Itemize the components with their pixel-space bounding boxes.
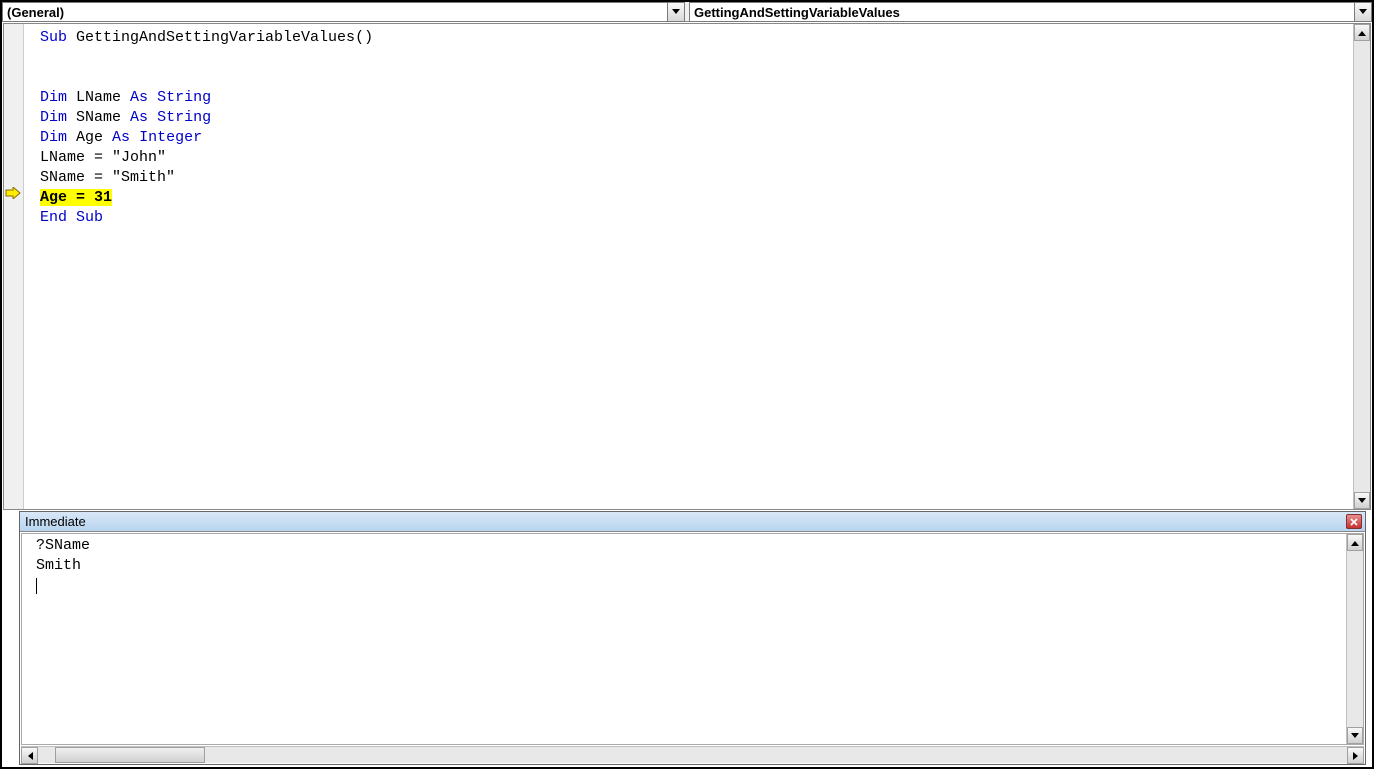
immediate-horizontal-scrollbar[interactable] [21,746,1364,763]
code-content[interactable]: Sub GettingAndSettingVariableValues() Di… [24,24,1353,509]
keyword-as: As [112,129,130,146]
immediate-vertical-scrollbar[interactable] [1346,534,1363,744]
scroll-down-button[interactable] [1347,727,1363,744]
immediate-body: ?SName Smith [21,533,1364,745]
keyword-end: End [40,209,67,226]
stmt-age-assign-current-line: Age = 31 [40,189,112,206]
var-sname: SName [67,109,130,126]
var-lname: LName [67,89,130,106]
close-icon [1350,518,1358,526]
vba-editor-container: (General) GettingAndSettingVariableValue… [2,2,1372,767]
immediate-window: Immediate ?SName Smith [19,511,1366,765]
immediate-line: ?SName [36,537,90,554]
scrollbar-track[interactable] [205,747,1347,763]
scroll-right-button[interactable] [1347,747,1364,764]
scroll-up-button[interactable] [1354,24,1370,41]
chevron-down-icon[interactable] [1354,3,1371,21]
editor-vertical-scrollbar[interactable] [1353,24,1370,509]
keyword-string: String [157,109,211,126]
keyword-as: As [130,89,148,106]
procedure-dropdown-value: GettingAndSettingVariableValues [694,5,900,20]
execution-pointer-icon [5,187,21,199]
object-dropdown[interactable]: (General) [2,2,685,22]
var-age: Age [67,129,112,146]
procedure-dropdown[interactable]: GettingAndSettingVariableValues [689,2,1372,22]
editor-gutter[interactable] [4,24,24,509]
scroll-down-button[interactable] [1354,492,1370,509]
immediate-title-text: Immediate [25,514,86,529]
scrollbar-thumb[interactable] [55,747,205,763]
object-dropdown-value: (General) [7,5,64,20]
keyword-dim: Dim [40,89,67,106]
keyword-dim: Dim [40,109,67,126]
keyword-string: String [157,89,211,106]
keyword-as: As [130,109,148,126]
code-editor[interactable]: Sub GettingAndSettingVariableValues() Di… [3,23,1371,510]
keyword-sub: Sub [76,209,103,226]
keyword-dim: Dim [40,129,67,146]
text-cursor [36,578,37,594]
stmt-sname-assign: SName = "Smith" [40,169,175,186]
keyword-integer: Integer [139,129,202,146]
immediate-line: Smith [36,557,81,574]
scroll-up-button[interactable] [1347,534,1363,551]
keyword-sub: Sub [40,29,67,46]
scroll-left-button[interactable] [21,747,38,764]
close-button[interactable] [1346,514,1362,529]
chevron-down-icon[interactable] [667,3,684,21]
object-procedure-bar: (General) GettingAndSettingVariableValue… [2,2,1372,22]
sub-name: GettingAndSettingVariableValues() [67,29,373,46]
immediate-titlebar[interactable]: Immediate [20,512,1365,532]
stmt-lname-assign: LName = "John" [40,149,166,166]
immediate-text-area[interactable]: ?SName Smith [22,534,1346,744]
